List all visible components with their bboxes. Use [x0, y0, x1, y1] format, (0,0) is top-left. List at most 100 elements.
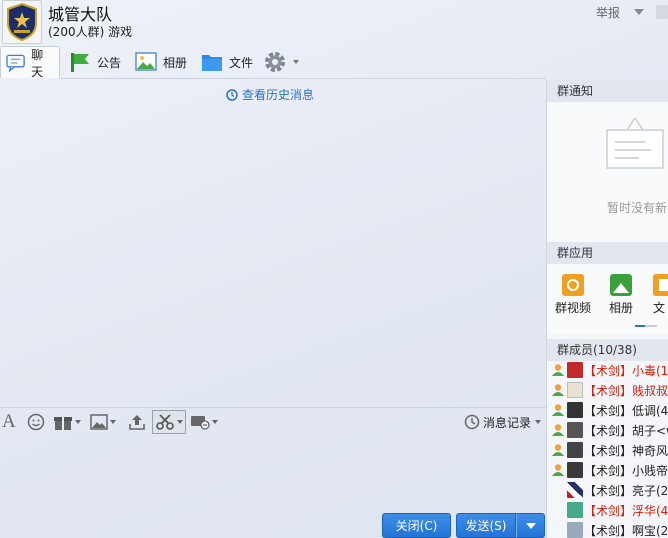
app-group-video-label: 群视频	[554, 301, 591, 315]
avatar	[567, 422, 583, 438]
font-icon: A	[2, 411, 16, 432]
user-status-icon	[552, 444, 564, 456]
group-subtitle: (200人群) 游戏	[48, 25, 133, 39]
view-history-link[interactable]: 查看历史消息	[226, 86, 314, 103]
emoji-button[interactable]	[27, 412, 45, 432]
tab-announcement-label: 公告	[97, 55, 122, 70]
tab-settings[interactable]	[263, 46, 299, 78]
tab-album-label: 相册	[163, 55, 188, 70]
user-status-icon	[552, 464, 564, 476]
app-group-video[interactable]: 群视频	[553, 274, 593, 316]
more-dropdown-icon	[212, 420, 218, 424]
avatar	[567, 402, 583, 418]
upload-button[interactable]	[128, 412, 146, 432]
message-input[interactable]	[0, 434, 546, 510]
flag-icon	[71, 53, 89, 72]
tab-chat-label: 聊天	[31, 47, 44, 79]
group-notice-empty-text: 暂时没有新	[607, 201, 668, 215]
album-icon	[610, 274, 632, 296]
app-album-label: 相册	[608, 301, 633, 315]
police-badge-icon	[7, 3, 37, 41]
report-button[interactable]: 举报	[596, 4, 620, 21]
file-icon	[653, 274, 668, 296]
user-status-icon	[552, 384, 564, 396]
member-name: 【术剑】胡子<w	[584, 423, 668, 438]
video-icon	[562, 274, 584, 296]
close-button[interactable]: 关闭(C)	[382, 513, 451, 538]
app-files-label: 文	[653, 301, 666, 315]
message-record-button[interactable]: 消息记录	[464, 412, 542, 432]
send-options-button[interactable]	[516, 513, 545, 538]
window-control-partial[interactable]	[656, 5, 668, 19]
right-panel: 群通知 暂时没有新 群应用 群视频 相册 文 群成员(10/38) 【术剑】小毒…	[546, 80, 668, 538]
more-icon	[191, 416, 210, 430]
list-item[interactable]: 【术剑】胡子<w	[547, 420, 668, 440]
group-name: 城管大队	[48, 5, 113, 24]
image-icon	[90, 414, 108, 430]
input-divider	[0, 407, 546, 408]
tab-album[interactable]: 相册	[135, 46, 187, 78]
emoji-icon	[27, 413, 45, 431]
avatar	[567, 502, 583, 518]
member-name: 【术剑】低调(41	[584, 403, 668, 418]
send-button-label: 发送(S)	[465, 519, 507, 533]
group-avatar[interactable]	[2, 0, 42, 44]
send-options-dropdown-icon	[525, 522, 536, 529]
gift-icon	[54, 417, 72, 430]
chat-message-area[interactable]	[0, 79, 546, 407]
clock-icon	[226, 88, 238, 101]
list-item[interactable]: 【术剑】浮华(40	[547, 500, 668, 520]
tab-chat[interactable]: 聊天	[0, 46, 60, 79]
avatar	[567, 362, 583, 378]
chat-bubble-icon	[6, 54, 25, 72]
photo-icon	[135, 52, 157, 71]
member-name: 【术剑】贱叔叔(	[584, 383, 668, 398]
list-item[interactable]: 【术剑】啊宝(28	[547, 520, 668, 538]
avatar	[567, 482, 583, 498]
group-members-title: 群成员(10/38)	[547, 339, 668, 361]
upload-icon	[129, 415, 145, 430]
gift-dropdown-icon	[75, 420, 81, 424]
list-item[interactable]: 【术剑】亮子(25	[547, 480, 668, 500]
group-apps-title: 群应用	[547, 242, 668, 264]
screenshot-dropdown-icon	[177, 420, 183, 424]
avatar	[567, 462, 583, 478]
more-tools-button[interactable]	[190, 412, 218, 432]
view-history-label: 查看历史消息	[242, 88, 315, 102]
list-item[interactable]: 【术剑】小贱帝	[547, 460, 668, 480]
list-item[interactable]: 【术剑】贱叔叔(	[547, 380, 668, 400]
user-status-icon	[552, 364, 564, 376]
group-notice-empty-area: 暂时没有新	[547, 102, 668, 242]
list-item[interactable]: 【术剑】低调(41	[547, 400, 668, 420]
apps-page-indicator[interactable]	[635, 325, 657, 327]
user-status-icon	[552, 404, 564, 416]
screenshot-button[interactable]	[152, 410, 186, 434]
close-button-label: 关闭(C)	[395, 519, 438, 533]
gear-icon	[265, 52, 285, 72]
member-name: 【术剑】神奇风	[584, 443, 668, 458]
app-album[interactable]: 相册	[605, 274, 637, 316]
image-button[interactable]	[90, 412, 116, 432]
group-apps-area: 群视频 相册 文	[547, 264, 668, 334]
send-button[interactable]: 发送(S)	[456, 513, 516, 538]
tab-announcement[interactable]: 公告	[69, 46, 121, 78]
avatar	[567, 522, 583, 538]
font-button[interactable]: A	[2, 411, 16, 432]
message-record-label: 消息记录	[483, 415, 532, 430]
scissors-icon	[156, 414, 174, 430]
list-item[interactable]: 【术剑】小毒(13	[547, 360, 668, 380]
app-files[interactable]: 文	[653, 274, 668, 316]
image-dropdown-icon	[110, 420, 116, 424]
tab-files[interactable]: 文件	[201, 46, 253, 78]
folder-icon	[202, 55, 222, 71]
tab-files-label: 文件	[229, 55, 254, 70]
member-name: 【术剑】亮子(25	[584, 483, 668, 498]
gift-button[interactable]	[53, 412, 81, 432]
list-item[interactable]: 【术剑】神奇风	[547, 440, 668, 460]
menu-dropdown-icon[interactable]	[634, 9, 644, 15]
member-name: 【术剑】小毒(13	[584, 363, 668, 378]
member-name: 【术剑】小贱帝	[584, 463, 668, 478]
group-notice-title: 群通知	[547, 80, 668, 102]
settings-dropdown-icon	[293, 60, 299, 64]
member-list[interactable]: 【术剑】小毒(13 【术剑】贱叔叔( 【术剑】低调(41 【术剑】胡子<w 【术…	[547, 360, 668, 538]
